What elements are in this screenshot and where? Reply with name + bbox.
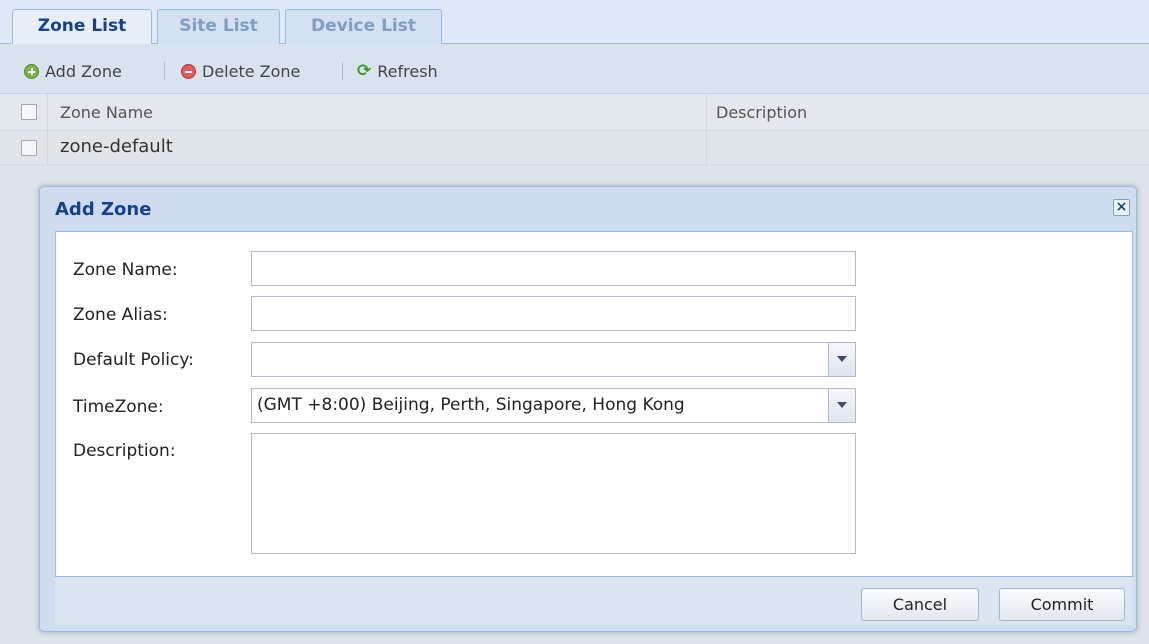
toolbar: Add Zone Delete Zone ⟳ Refresh	[0, 44, 1149, 94]
column-divider	[706, 94, 707, 130]
remove-circle-icon	[181, 63, 196, 79]
close-icon[interactable]: ×	[1113, 199, 1130, 216]
toolbar-separator	[342, 62, 343, 80]
default-policy-select[interactable]	[251, 342, 856, 377]
zone-name-label: Zone Name:	[73, 260, 178, 280]
description-label: Description:	[73, 441, 176, 461]
zone-name-cell: zone-default	[60, 136, 173, 157]
cancel-button[interactable]: Cancel	[861, 588, 979, 621]
add-circle-icon	[24, 63, 39, 79]
default-policy-label: Default Policy:	[73, 350, 194, 370]
tab-zone-list[interactable]: Zone List	[12, 9, 152, 45]
commit-button[interactable]: Commit	[999, 588, 1125, 621]
table-row[interactable]: zone-default	[0, 131, 1149, 165]
column-divider	[706, 131, 707, 164]
row-checkbox[interactable]	[21, 140, 37, 156]
dialog-footer: Cancel Commit	[55, 577, 1133, 625]
timezone-value: (GMT +8:00) Beijing, Perth, Singapore, H…	[257, 395, 685, 415]
column-header-zone-name[interactable]: Zone Name	[60, 103, 153, 122]
select-all-checkbox[interactable]	[21, 104, 37, 120]
refresh-label: Refresh	[377, 61, 438, 81]
refresh-button[interactable]: ⟳ Refresh	[357, 61, 438, 81]
toolbar-separator	[164, 62, 165, 80]
zone-name-field[interactable]	[251, 251, 856, 286]
column-divider	[47, 131, 48, 164]
zone-alias-field[interactable]	[251, 296, 856, 331]
tab-bar: Zone List Site List Device List	[0, 0, 1149, 45]
timezone-label: TimeZone:	[73, 397, 164, 417]
delete-zone-button[interactable]: Delete Zone	[181, 61, 300, 81]
timezone-select[interactable]: (GMT +8:00) Beijing, Perth, Singapore, H…	[251, 388, 856, 423]
description-field[interactable]	[251, 433, 856, 554]
zone-alias-label: Zone Alias:	[73, 305, 168, 325]
chevron-down-icon[interactable]	[828, 389, 855, 422]
tab-site-list[interactable]: Site List	[157, 9, 280, 44]
column-divider	[47, 94, 48, 130]
grid-header: Zone Name Description	[0, 94, 1149, 131]
dialog-title: Add Zone	[55, 199, 152, 220]
column-header-description[interactable]: Description	[716, 103, 807, 122]
tab-device-list[interactable]: Device List	[285, 9, 442, 44]
chevron-down-icon[interactable]	[828, 343, 855, 376]
refresh-icon: ⟳	[357, 61, 372, 81]
add-zone-button[interactable]: Add Zone	[24, 61, 122, 81]
add-zone-label: Add Zone	[45, 61, 122, 81]
add-zone-dialog: Add Zone × Zone Name: Zone Alias: Defaul…	[39, 186, 1137, 632]
dialog-form: Zone Name: Zone Alias: Default Policy: T…	[55, 231, 1133, 577]
delete-zone-label: Delete Zone	[202, 61, 301, 81]
